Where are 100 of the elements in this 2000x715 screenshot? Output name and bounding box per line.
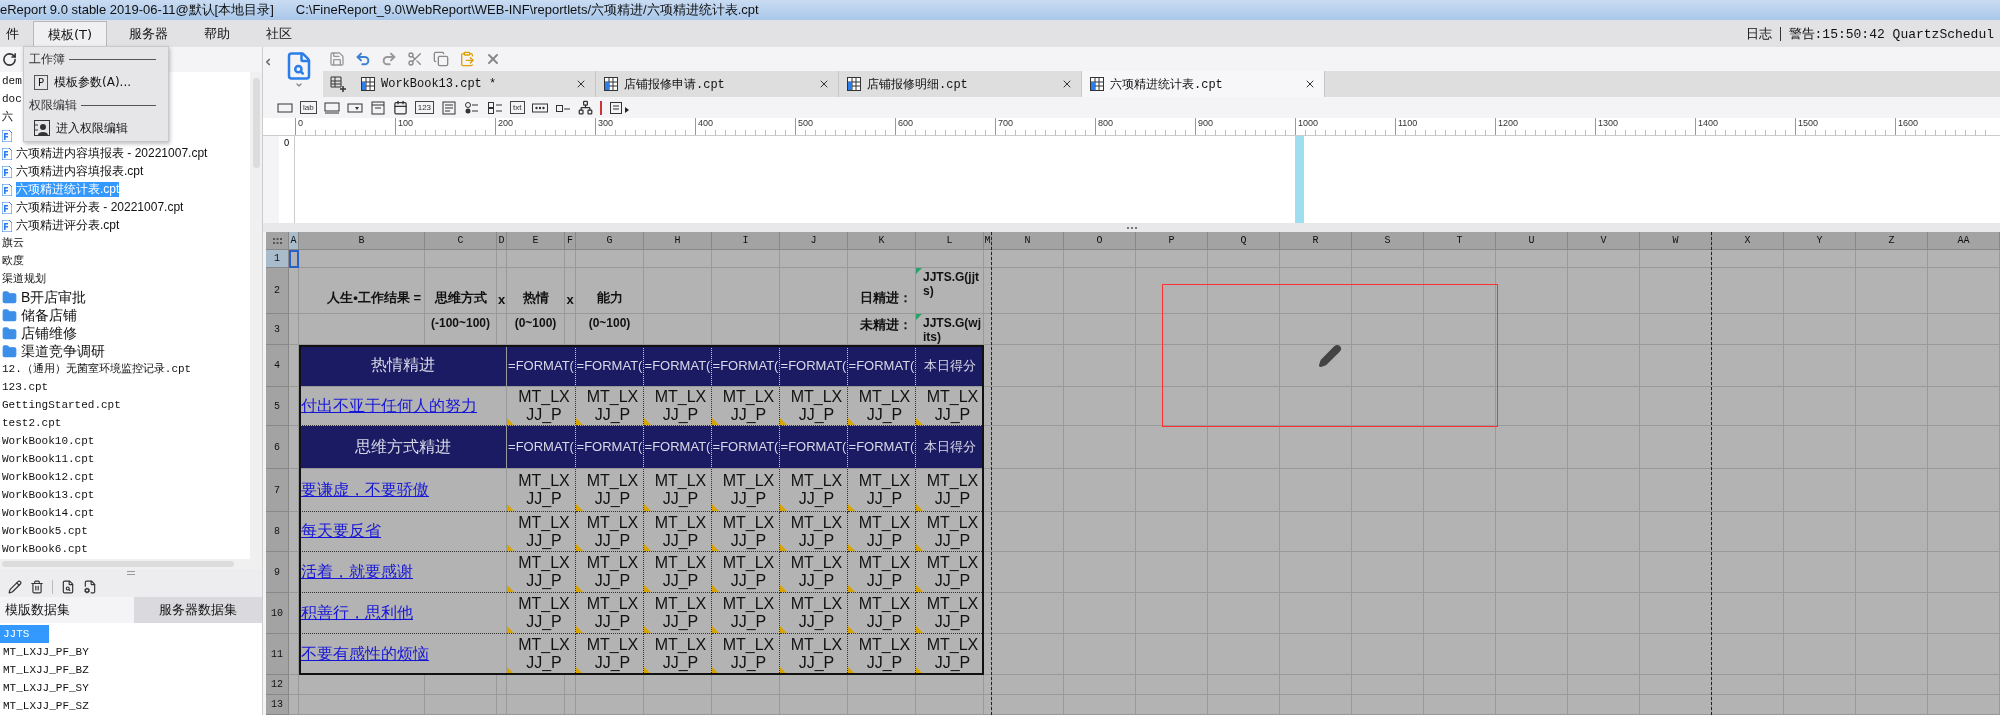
sheet-cell[interactable] bbox=[992, 314, 1064, 345]
sheet-cell[interactable] bbox=[1280, 469, 1352, 512]
sheet-cell[interactable] bbox=[1352, 387, 1424, 426]
select-all-corner[interactable] bbox=[266, 232, 289, 250]
window-widget-icon[interactable] bbox=[369, 100, 386, 115]
sheet-cell[interactable] bbox=[1424, 695, 1496, 715]
sheet-cell[interactable] bbox=[289, 345, 299, 387]
sheet-cell[interactable] bbox=[1424, 250, 1496, 268]
sheet-cell[interactable] bbox=[712, 695, 780, 715]
row-header[interactable]: 10 bbox=[266, 593, 289, 634]
sheet-cell[interactable] bbox=[1784, 634, 1856, 675]
sheet-cell[interactable] bbox=[1064, 552, 1136, 593]
sheet-cell[interactable] bbox=[299, 250, 425, 268]
row-header[interactable]: 3 bbox=[266, 314, 289, 345]
close-icon[interactable] bbox=[818, 78, 830, 90]
tree-item[interactable]: GettingStarted.cpt bbox=[2, 398, 121, 414]
sheet-cell[interactable] bbox=[1712, 345, 1784, 387]
sheet-cell[interactable] bbox=[1208, 675, 1280, 695]
sheet-cell[interactable] bbox=[1424, 268, 1496, 314]
template-tab[interactable]: 六项精进统计表.cpt bbox=[1082, 71, 1325, 97]
menu-item[interactable]: 件 bbox=[0, 21, 25, 46]
sheet-cell[interactable] bbox=[1208, 634, 1280, 675]
sheet-cell[interactable] bbox=[1352, 695, 1424, 715]
sheet-cell[interactable] bbox=[1280, 552, 1352, 593]
menu-entry[interactable]: 进入权限编辑 bbox=[56, 119, 128, 137]
sheet-cell[interactable] bbox=[1352, 314, 1424, 345]
text-field-widget-icon[interactable] bbox=[277, 100, 293, 115]
row-title-link[interactable]: 付出不亚于任何人的努力 bbox=[301, 395, 477, 417]
caret-icon[interactable] bbox=[295, 81, 303, 89]
sheet-cell[interactable] bbox=[425, 675, 497, 695]
tree-item[interactable]: doc bbox=[2, 92, 22, 108]
sheet-cell[interactable] bbox=[1784, 314, 1856, 345]
trash-icon[interactable] bbox=[30, 580, 44, 595]
sheet-cell[interactable] bbox=[1712, 634, 1784, 675]
sheet-cell[interactable] bbox=[1424, 426, 1496, 469]
sheet-cell[interactable] bbox=[425, 695, 497, 715]
sheet-cell[interactable] bbox=[848, 250, 916, 268]
row-header[interactable]: 4 bbox=[266, 345, 289, 387]
sheet-cell[interactable] bbox=[780, 695, 848, 715]
sheet-cell[interactable] bbox=[1856, 593, 1928, 634]
sheet-cell[interactable] bbox=[992, 469, 1064, 512]
sheet-cell[interactable] bbox=[576, 675, 644, 695]
sheet-cell[interactable] bbox=[289, 552, 299, 593]
sheet-cell[interactable] bbox=[984, 593, 992, 634]
sheet-cell[interactable] bbox=[848, 695, 916, 715]
column-header[interactable]: V bbox=[1568, 232, 1640, 250]
column-header[interactable]: O bbox=[1064, 232, 1136, 250]
sheet-cell[interactable] bbox=[984, 268, 992, 314]
tree-item[interactable]: WorkBook13.cpt bbox=[2, 488, 95, 504]
sheet-cell[interactable] bbox=[1208, 314, 1280, 345]
row-title-link[interactable]: 每天要反省 bbox=[301, 521, 381, 542]
sheet-cell[interactable] bbox=[1352, 512, 1424, 552]
sheet-cell[interactable] bbox=[1208, 387, 1280, 426]
button-widget-icon[interactable] bbox=[323, 100, 340, 115]
sheet-cell[interactable] bbox=[1136, 426, 1208, 469]
column-header[interactable]: U bbox=[1496, 232, 1568, 250]
sheet-cell[interactable] bbox=[1424, 469, 1496, 512]
sheet-cell[interactable] bbox=[1424, 593, 1496, 634]
sheet-cell[interactable] bbox=[644, 268, 712, 314]
sheet-cell[interactable] bbox=[1064, 634, 1136, 675]
sheet-cell[interactable] bbox=[1280, 675, 1352, 695]
sheet-cell[interactable] bbox=[1064, 695, 1136, 715]
sheet-cell[interactable] bbox=[1136, 552, 1208, 593]
sheet-cell[interactable] bbox=[1064, 314, 1136, 345]
copy-icon[interactable] bbox=[433, 50, 449, 67]
tree-item[interactable]: 旗云 bbox=[2, 236, 24, 252]
column-header[interactable]: F bbox=[565, 232, 576, 250]
sheet-cell[interactable] bbox=[497, 250, 507, 268]
sheet-cell[interactable] bbox=[1640, 469, 1712, 512]
row-header[interactable]: 7 bbox=[266, 469, 289, 512]
sheet-cell[interactable] bbox=[1136, 675, 1208, 695]
sheet-cell[interactable] bbox=[1712, 469, 1784, 512]
sheet-cell[interactable] bbox=[1784, 469, 1856, 512]
sheet-cell[interactable] bbox=[1136, 512, 1208, 552]
sheet-cell[interactable] bbox=[1352, 469, 1424, 512]
sheet-cell[interactable] bbox=[1064, 426, 1136, 469]
dataset-item[interactable]: MT_LXJJ_PF_BY bbox=[0, 643, 123, 661]
sheet-cell[interactable] bbox=[1712, 387, 1784, 426]
tree-item[interactable]: 123.cpt bbox=[2, 380, 49, 396]
sheet-cell[interactable] bbox=[289, 268, 299, 314]
column-header[interactable]: J bbox=[780, 232, 848, 250]
sheet-cell[interactable] bbox=[1496, 314, 1568, 345]
sheet-cell[interactable] bbox=[644, 250, 712, 268]
widget-glyph-button[interactable]: 123 bbox=[414, 101, 435, 114]
sheet-cell[interactable] bbox=[712, 268, 780, 314]
menu-entry[interactable]: 模板参数(A)... bbox=[54, 73, 132, 91]
dataset-settings-icon[interactable] bbox=[83, 580, 97, 595]
dataset-item[interactable]: MT_LXJJ_PF_SZ bbox=[0, 697, 123, 715]
sheet-cell[interactable] bbox=[1136, 268, 1208, 314]
sheet-cell[interactable] bbox=[289, 469, 299, 512]
save-icon[interactable] bbox=[329, 50, 345, 67]
sheet-cell[interactable] bbox=[1712, 552, 1784, 593]
sheet-cell[interactable] bbox=[780, 250, 848, 268]
dataset-item[interactable]: MT_LXJJ_PF_SY bbox=[0, 679, 123, 697]
tree-item[interactable]: 12.（通用）无菌室环境监控记录.cpt bbox=[2, 362, 192, 378]
tree-item[interactable]: 六项精进评分表.cpt bbox=[16, 218, 120, 234]
row-header[interactable]: 8 bbox=[266, 512, 289, 552]
column-header[interactable]: P bbox=[1136, 232, 1208, 250]
sheet-cell[interactable] bbox=[1136, 593, 1208, 634]
log-link[interactable]: 日志 bbox=[1745, 24, 1772, 43]
